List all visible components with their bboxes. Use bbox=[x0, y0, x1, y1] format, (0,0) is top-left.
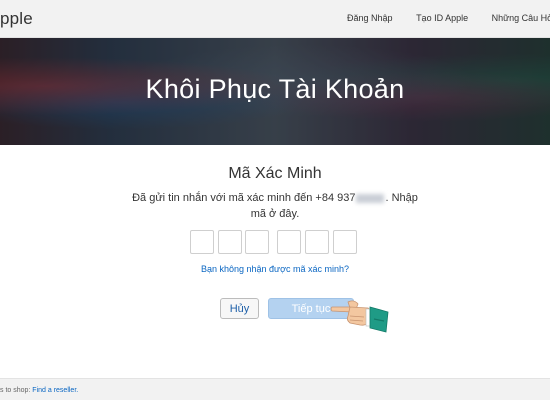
code-digit-1[interactable] bbox=[190, 230, 214, 254]
footer-text: s to shop: Find a reseller. bbox=[0, 387, 78, 394]
code-digit-3[interactable] bbox=[245, 230, 269, 254]
cancel-button[interactable]: Hủy bbox=[220, 298, 259, 319]
code-digit-6[interactable] bbox=[333, 230, 357, 254]
footer-label: s to shop: bbox=[0, 387, 33, 394]
resend-code-link[interactable]: Bạn không nhận được mã xác minh? bbox=[0, 264, 550, 274]
nav-link-faq[interactable]: Những Câu Hỏi Thường Gặp bbox=[492, 13, 550, 23]
apple-logo-text[interactable]: pple bbox=[0, 9, 33, 29]
code-digit-2[interactable] bbox=[218, 230, 242, 254]
code-digit-4[interactable] bbox=[277, 230, 301, 254]
page-title: Khôi Phục Tài Khoản bbox=[145, 74, 405, 104]
verification-description: Đã gửi tin nhắn với mã xác minh đến +84 … bbox=[125, 190, 425, 222]
footer: s to shop: Find a reseller. bbox=[0, 378, 550, 400]
pointing-hand-icon bbox=[330, 300, 389, 333]
verification-heading: Mã Xác Minh bbox=[228, 165, 322, 182]
nav-link-create-apple-id[interactable]: Tạo ID Apple bbox=[416, 13, 468, 23]
find-reseller-link[interactable]: Find a reseller. bbox=[32, 387, 78, 394]
top-nav: pple Đăng Nhập Tạo ID Apple Những Câu Hỏ… bbox=[0, 0, 550, 38]
masked-phone-digits bbox=[356, 193, 385, 203]
code-digit-5[interactable] bbox=[305, 230, 329, 254]
hero-banner: Khôi Phục Tài Khoản bbox=[0, 38, 550, 145]
nav-links: Đăng Nhập Tạo ID Apple Những Câu Hỏi Thư… bbox=[330, 0, 550, 38]
nav-link-sign-in[interactable]: Đăng Nhập bbox=[347, 13, 393, 23]
description-part-1: Đã gửi tin nhắn với mã xác minh đến +84 … bbox=[132, 192, 356, 204]
